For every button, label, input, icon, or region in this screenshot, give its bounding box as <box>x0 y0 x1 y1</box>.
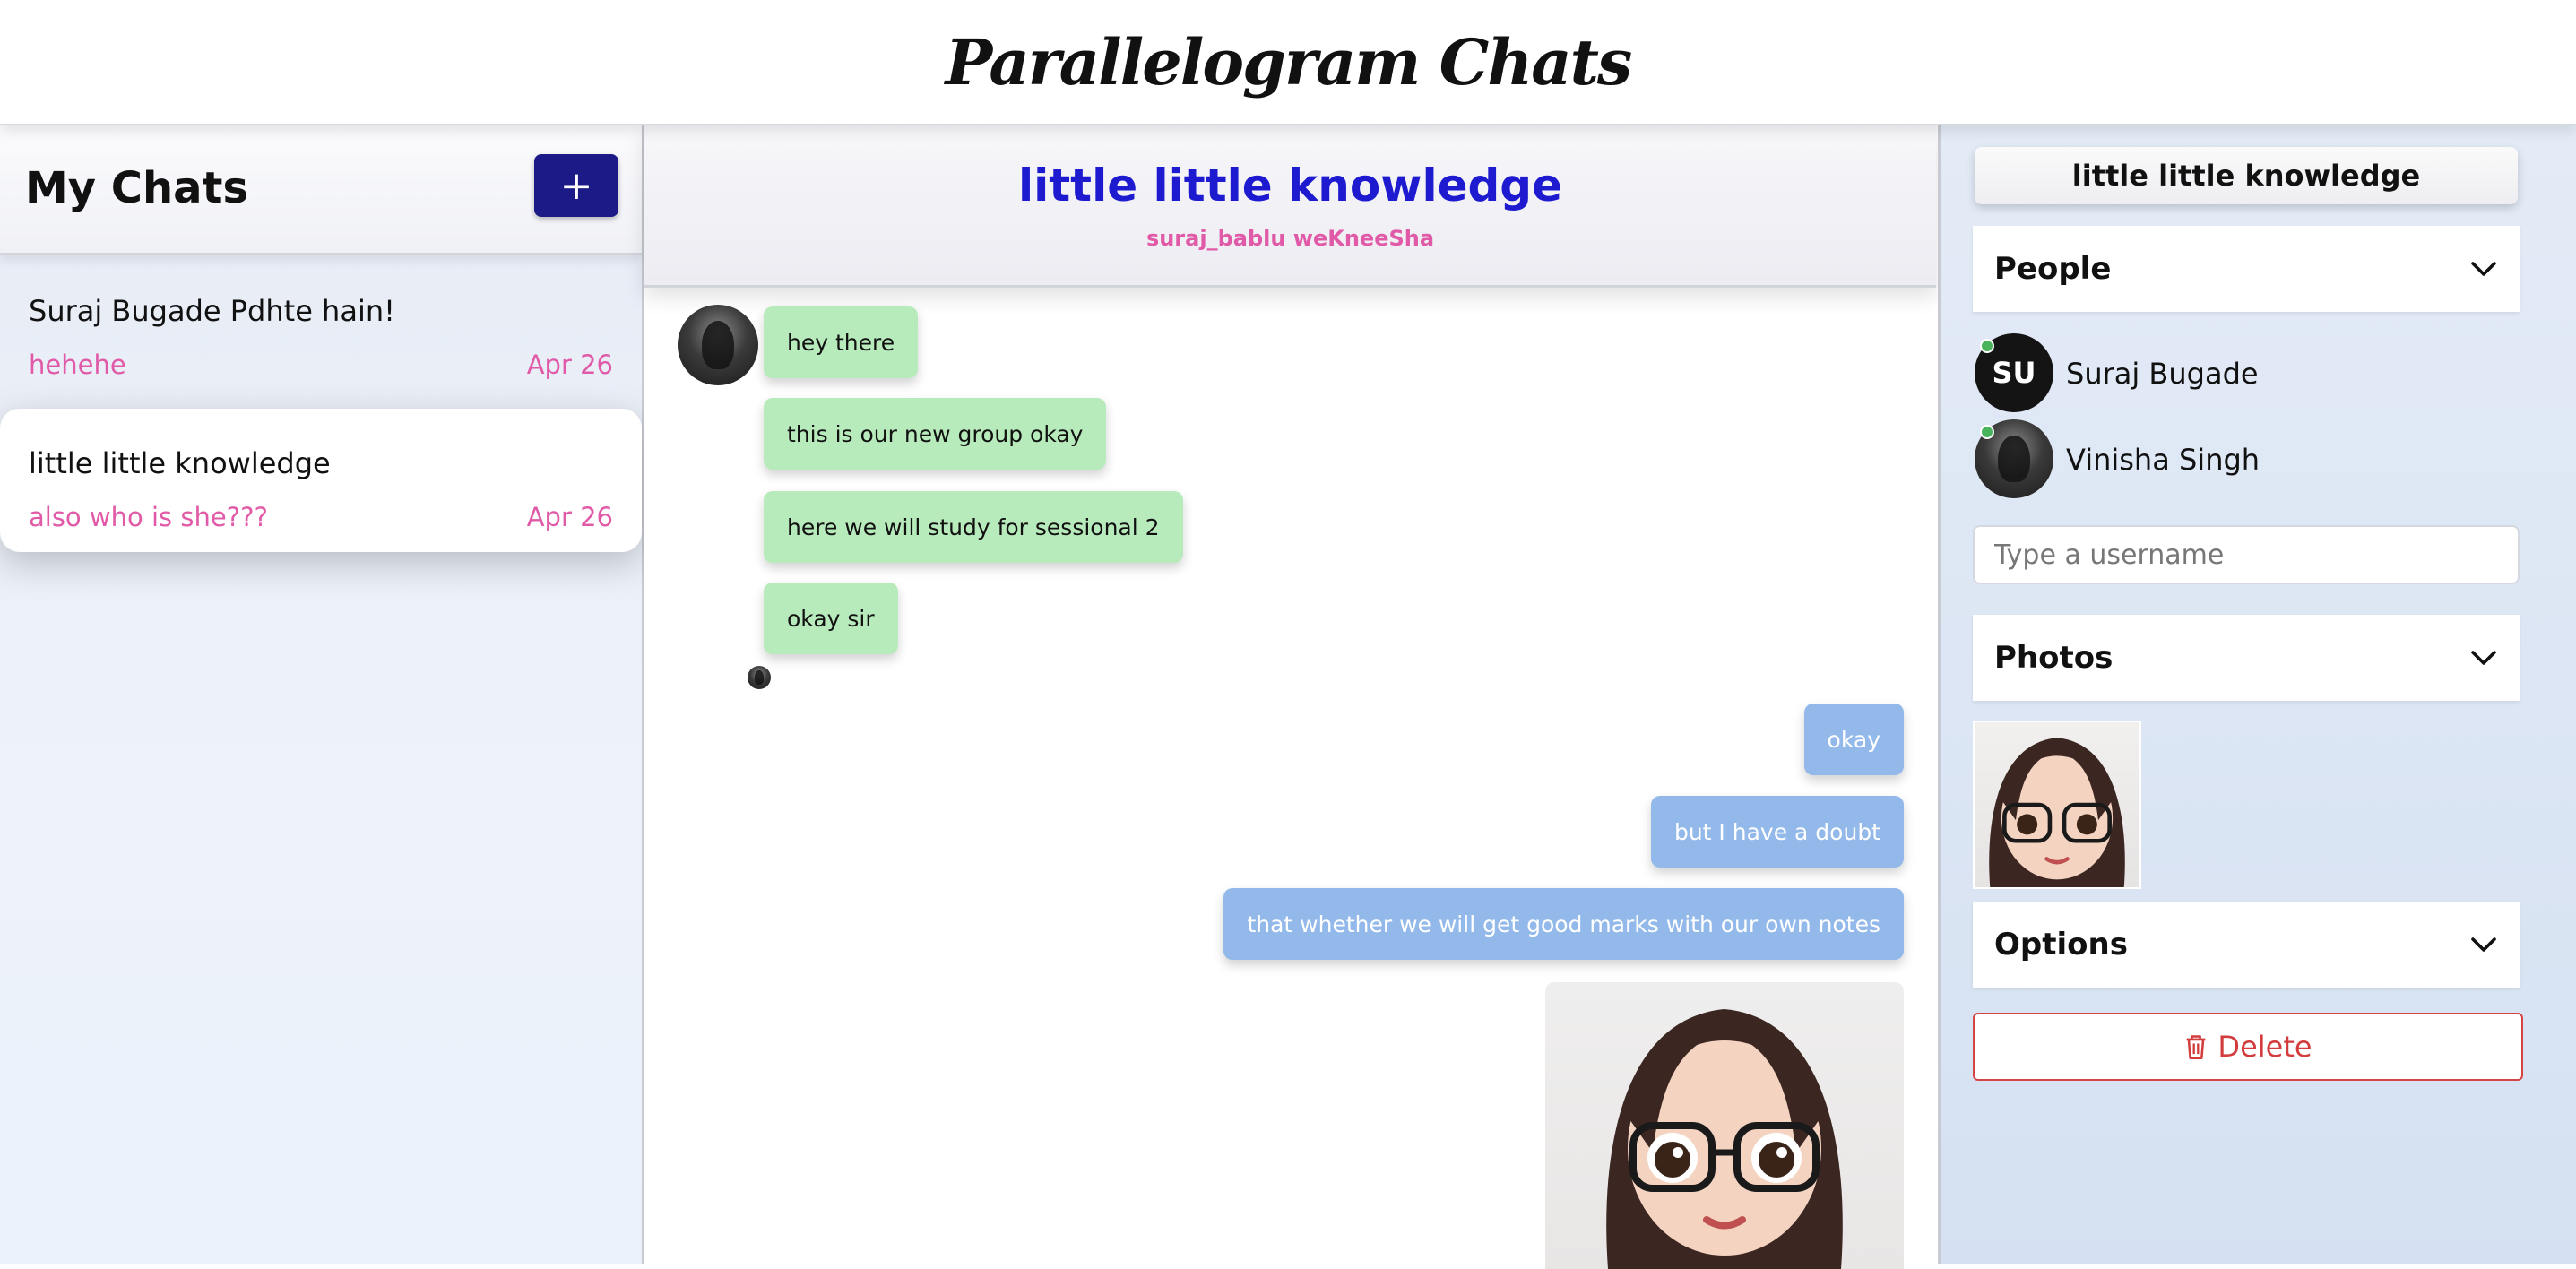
details-title[interactable]: little little knowledge <box>1975 147 2518 204</box>
shared-photo-thumbnail[interactable] <box>1973 721 2141 889</box>
conversation-title: little little knowledge <box>1017 160 1562 212</box>
read-receipt-avatar <box>748 666 771 689</box>
sender-avatar[interactable] <box>678 305 758 385</box>
conversation-panel: little little knowledge suraj_bablu weKn… <box>644 125 1936 1269</box>
image-message[interactable] <box>1545 982 1904 1269</box>
chat-date: Apr 26 <box>526 502 613 532</box>
options-section-toggle[interactable]: Options <box>1973 902 2520 988</box>
member-row[interactable]: SU Suraj Bugade <box>1975 333 2512 414</box>
chat-details-panel: little little knowledge People SU Suraj … <box>1938 125 2576 1264</box>
message-bubble-outgoing: okay <box>1803 704 1904 775</box>
chevron-down-icon <box>2471 937 2496 952</box>
cartoon-girl-image <box>1606 1009 1843 1269</box>
app-header: Parallelogram Chats <box>0 0 2576 125</box>
message-bubble-incoming: this is our new group okay <box>764 398 1107 470</box>
message-text: this is our new group okay <box>787 420 1084 447</box>
message-text: but I have a doubt <box>1673 818 1880 845</box>
trash-icon <box>2187 1035 2206 1059</box>
member-name: Vinisha Singh <box>2066 443 2260 477</box>
conversation-members: suraj_bablu weKneeSha <box>1145 226 1435 251</box>
member-row[interactable]: Vinisha Singh <box>1975 419 2512 500</box>
message-bubble-outgoing: but I have a doubt <box>1650 796 1904 868</box>
chat-list-item[interactable]: Suraj Bugade Pdhte hain! hehehe Apr 26 <box>0 256 642 400</box>
plus-icon: + <box>559 162 593 209</box>
message-bubble-incoming: here we will study for sessional 2 <box>764 491 1183 563</box>
member-name: Suraj Bugade <box>2066 357 2259 391</box>
app-brand: Parallelogram Chats <box>945 24 1633 99</box>
chat-name: Suraj Bugade Pdhte hain! <box>29 294 395 328</box>
chat-list-item-active[interactable]: little little knowledge also who is she?… <box>0 409 642 552</box>
new-chat-button[interactable]: + <box>534 154 618 217</box>
message-bubble-outgoing: that whether we will get good marks with… <box>1223 888 1904 960</box>
chat-list-panel: My Chats + Suraj Bugade Pdhte hain! hehe… <box>0 125 644 1264</box>
photos-section-toggle[interactable]: Photos <box>1973 615 2520 701</box>
chat-last-message: hehehe <box>29 350 126 380</box>
people-section-toggle[interactable]: People <box>1973 226 2520 312</box>
message-text: that whether we will get good marks with… <box>1247 911 1880 937</box>
message-text: here we will study for sessional 2 <box>787 514 1160 540</box>
conversation-header: little little knowledge suraj_bablu weKn… <box>644 125 1936 288</box>
chevron-down-icon <box>2471 651 2496 665</box>
message-text: okay <box>1827 726 1880 753</box>
options-label: Options <box>1994 927 2128 963</box>
add-member-input[interactable] <box>1973 525 2520 584</box>
chat-name: little little knowledge <box>29 446 331 480</box>
online-indicator <box>1980 339 1994 353</box>
chat-list-title: My Chats <box>25 163 249 213</box>
photos-label: Photos <box>1994 640 2114 676</box>
delete-label: Delete <box>2217 1030 2312 1064</box>
people-label: People <box>1994 251 2112 287</box>
message-text: hey there <box>787 329 895 356</box>
delete-chat-button[interactable]: Delete <box>1973 1013 2523 1081</box>
message-bubble-incoming: hey there <box>764 306 919 378</box>
message-text: okay sir <box>787 605 875 632</box>
message-bubble-incoming: okay sir <box>764 583 898 654</box>
chat-date: Apr 26 <box>526 350 613 380</box>
cartoon-girl-image <box>1989 738 2125 887</box>
online-indicator <box>1980 425 1994 439</box>
chevron-down-icon <box>2471 262 2496 276</box>
chat-list-header: My Chats + <box>0 125 642 255</box>
chat-last-message: also who is she??? <box>29 502 268 532</box>
